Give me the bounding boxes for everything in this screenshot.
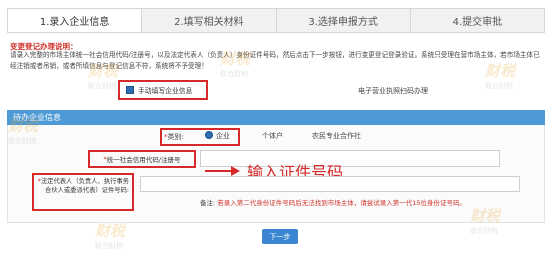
checkbox-icon[interactable] [126, 86, 134, 94]
legal-rep-id-input[interactable] [140, 176, 520, 192]
radio-cooperative-label[interactable]: 农民专业合作社 [312, 131, 361, 141]
credit-code-input[interactable] [200, 150, 500, 167]
annotation-arrow-line [205, 170, 233, 172]
step-tab-3[interactable]: 3.选择申报方式 [276, 9, 411, 32]
step-tab-2[interactable]: 2.填写相关材料 [142, 9, 277, 32]
section-title: 待办企业信息 [7, 110, 545, 125]
step-tabs: 1.录入企业信息 2.填写相关材料 3.选择申报方式 4.提交审批 [7, 8, 545, 33]
epaper-license-link[interactable]: 电子营业执照扫码办理 [358, 86, 428, 96]
notice-body: 请录入完整的市场主体统一社会信用代码/注册号，以及法定代表人（负责人）身份证件号… [10, 51, 540, 70]
remark: 备注: 若录入第二代身份证件号码后无法找到市场主体，请尝试录入第一代15位身份证… [200, 199, 467, 207]
type-label: *类别: [164, 133, 184, 141]
credit-code-label: * 统一社会信用代码/注册号 [88, 150, 196, 168]
radio-enterprise-label[interactable]: 企业 [216, 131, 230, 141]
watermark-logo: 财税 联合财税 [95, 222, 126, 250]
legal-rep-label: *法定代表人（负责人、执行事务合伙人或委派代表）证件号码: [32, 173, 134, 211]
next-button[interactable]: 下一步 [262, 229, 298, 244]
manual-fill-label: 手动填写企业信息 [138, 87, 193, 95]
manual-fill-option[interactable]: 手动填写企业信息 [118, 80, 208, 100]
step-tab-1[interactable]: 1.录入企业信息 [8, 9, 143, 32]
step-tab-4[interactable]: 4.提交审批 [410, 9, 544, 32]
radio-individual-label[interactable]: 个体户 [262, 131, 283, 141]
annotation-arrow-icon [231, 166, 240, 176]
radio-enterprise-icon[interactable] [205, 131, 213, 139]
